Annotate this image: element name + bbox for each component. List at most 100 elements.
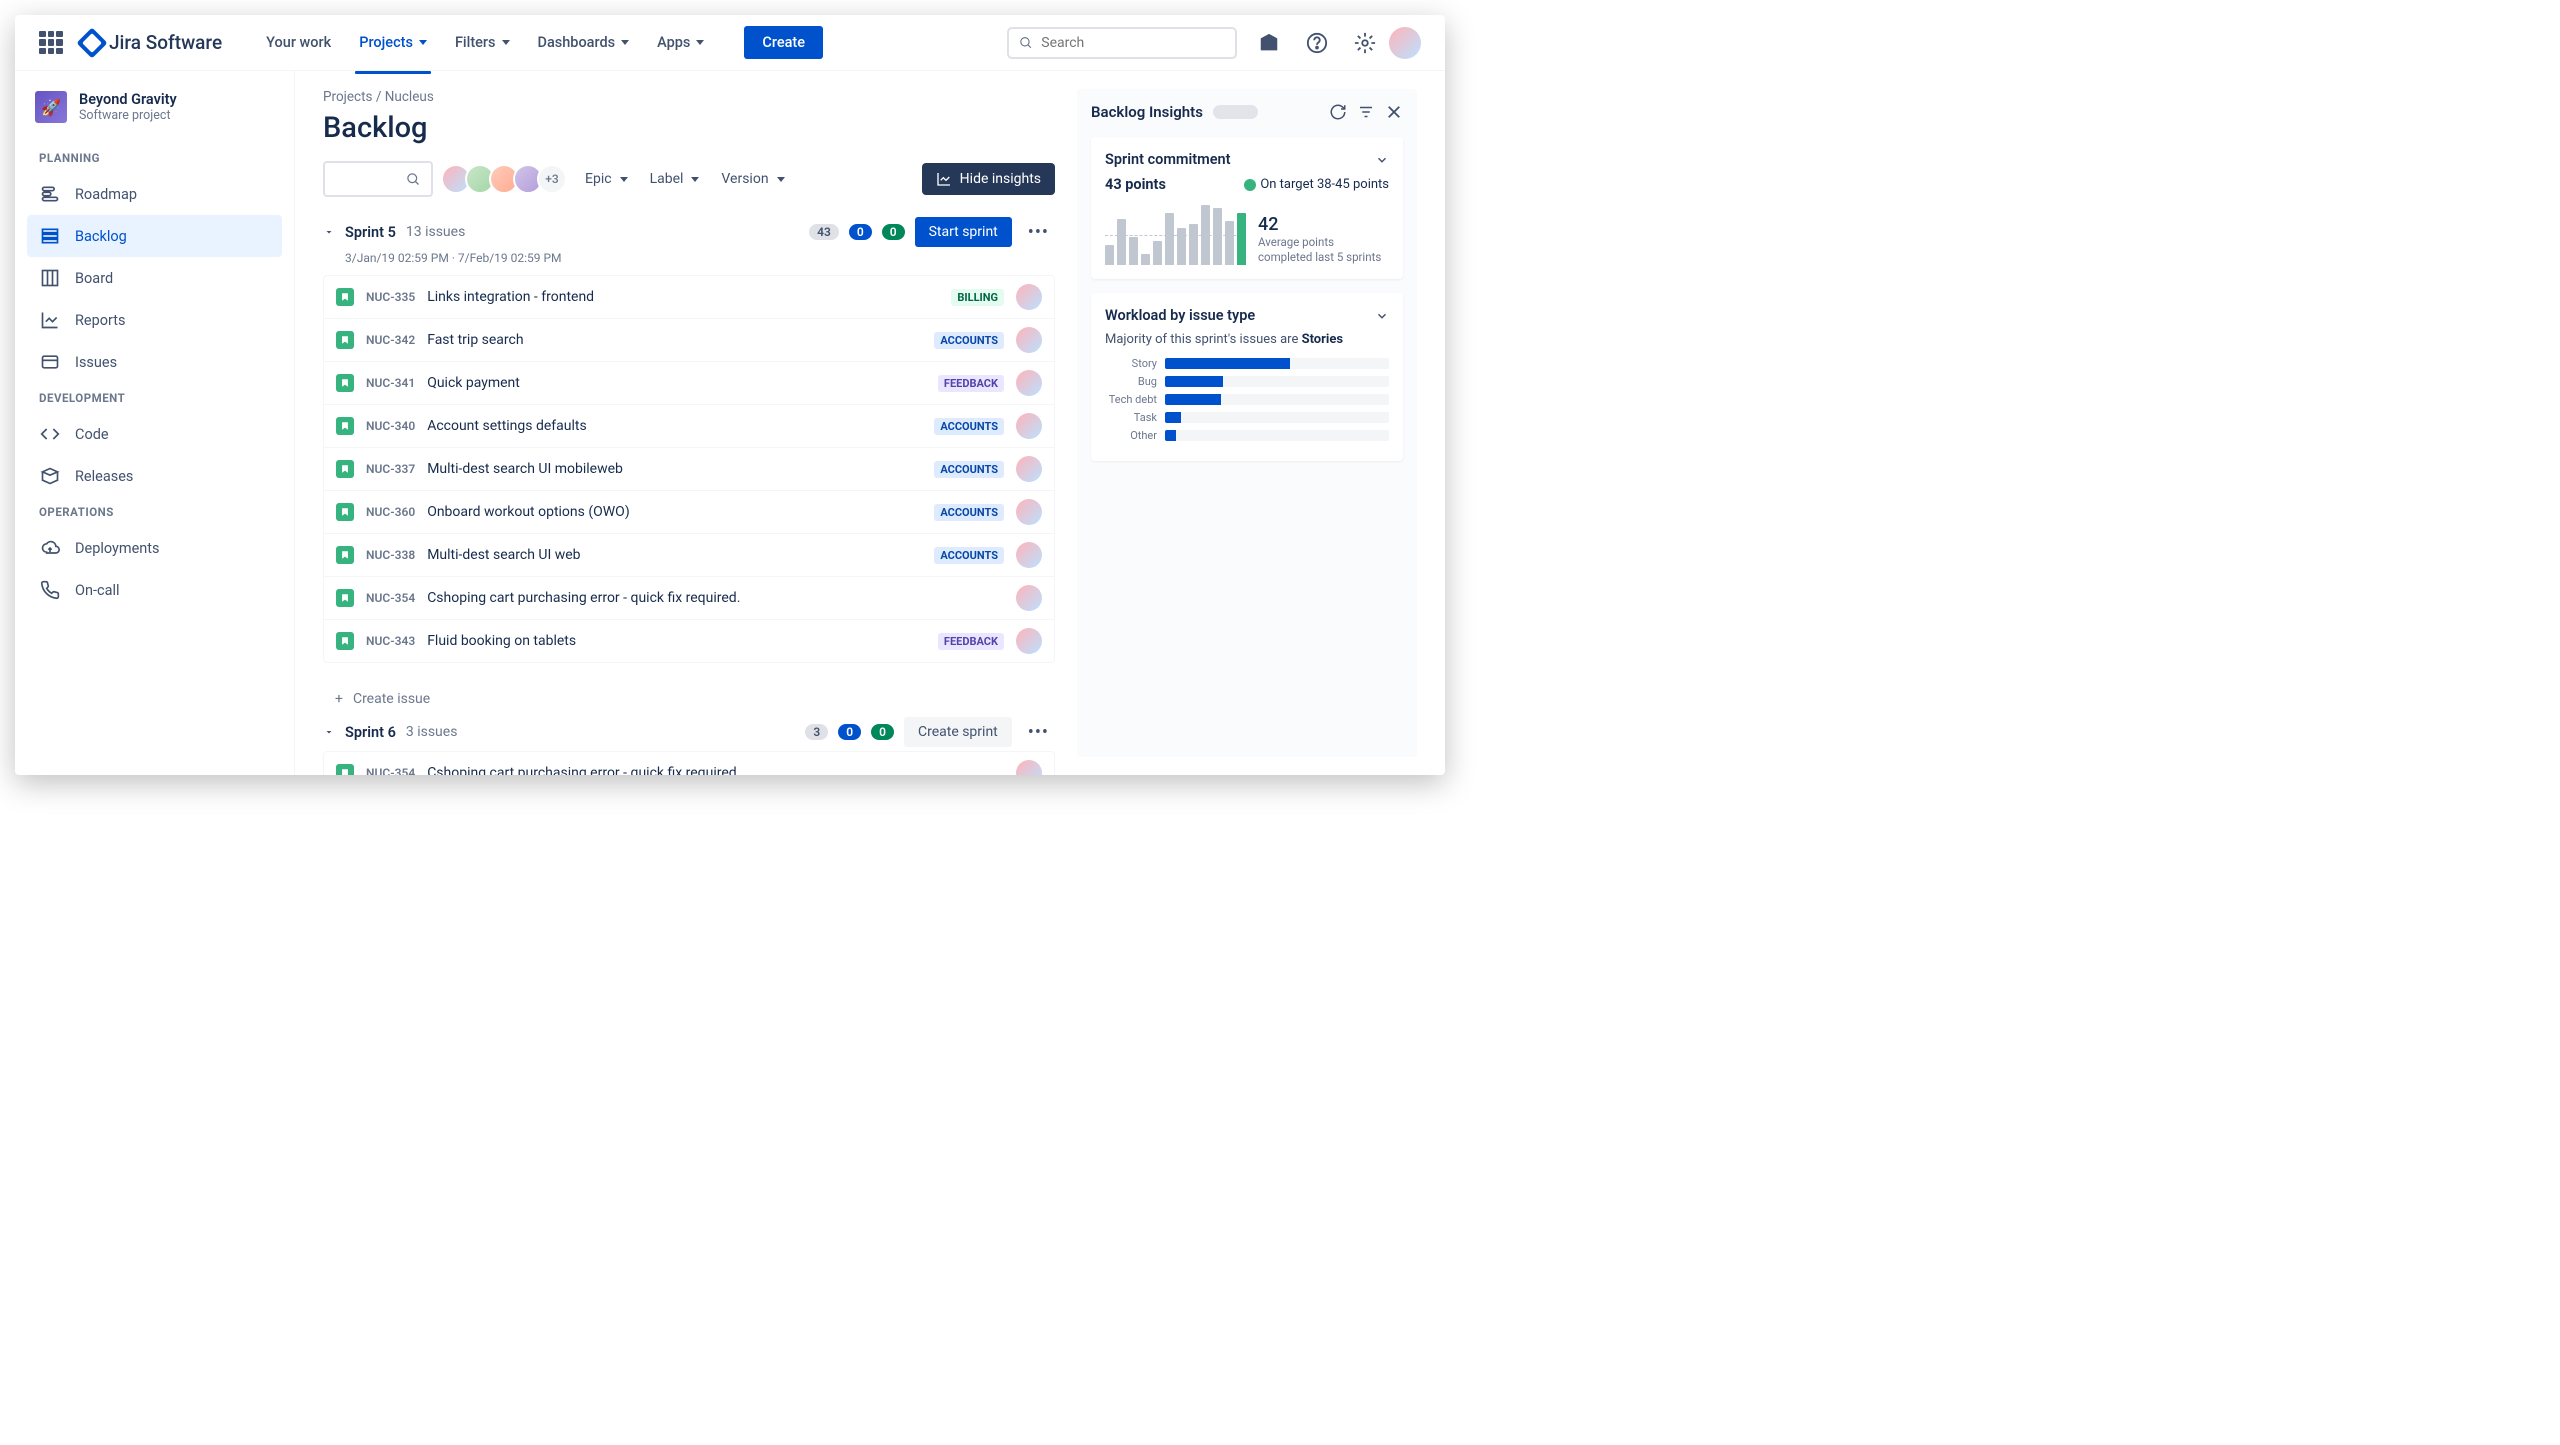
board-icon [39, 267, 61, 289]
settings-icon[interactable] [1349, 27, 1381, 59]
sidebar-item-reports[interactable]: Reports [27, 299, 282, 341]
avatar-more[interactable]: +3 [537, 164, 567, 194]
sidebar-item-backlog[interactable]: Backlog [27, 215, 282, 257]
assignee-avatar[interactable] [1016, 760, 1042, 775]
project-type: Software project [79, 108, 177, 123]
issue-tag: ACCOUNTS [934, 547, 1004, 564]
sidebar-item-deployments[interactable]: Deployments [27, 527, 282, 569]
hide-insights-button[interactable]: Hide insights [922, 163, 1055, 195]
issue-row[interactable]: NUC-341 Quick payment FEEDBACK [324, 362, 1054, 405]
refresh-icon[interactable] [1329, 103, 1347, 121]
issue-row[interactable]: NUC-343 Fluid booking on tablets FEEDBAC… [324, 620, 1054, 662]
breadcrumb-root[interactable]: Projects [323, 89, 373, 105]
workload-bar [1165, 412, 1389, 423]
issue-row[interactable]: NUC-340 Account settings defaults ACCOUN… [324, 405, 1054, 448]
start-sprint-button[interactable]: Start sprint [915, 217, 1012, 247]
sidebar-item-board[interactable]: Board [27, 257, 282, 299]
chart-bar [1189, 224, 1198, 265]
help-icon[interactable] [1301, 27, 1333, 59]
main-content: Projects / Nucleus Backlog +3 [295, 71, 1445, 775]
nav-apps[interactable]: Apps [645, 26, 716, 59]
chart-bar [1237, 213, 1246, 265]
sprint-toggle-icon[interactable] [323, 226, 335, 238]
sidebar-item-label: Board [75, 270, 113, 287]
workload-label: Bug [1105, 375, 1157, 388]
issue-row[interactable]: NUC-338 Multi-dest search UI web ACCOUNT… [324, 534, 1054, 577]
issue-row[interactable]: NUC-354 Cshoping cart purchasing error -… [324, 752, 1054, 775]
project-name: Beyond Gravity [79, 91, 177, 108]
nav-projects[interactable]: Projects [347, 26, 439, 59]
more-icon[interactable]: ••• [1022, 222, 1055, 243]
chart-bar [1153, 241, 1162, 265]
sprint-commitment-card: Sprint commitment 43 points On target 38… [1091, 137, 1403, 279]
create-button[interactable]: Create [744, 26, 823, 59]
loading-skeleton [1213, 105, 1258, 119]
assignee-avatar[interactable] [1016, 370, 1042, 396]
issue-title: Quick payment [427, 375, 926, 391]
sidebar-item-releases[interactable]: Releases [27, 455, 282, 497]
chevron-down-icon[interactable] [1375, 153, 1389, 167]
assignee-avatar[interactable] [1016, 499, 1042, 525]
workload-row: Tech debt [1105, 393, 1389, 406]
search-input[interactable] [1041, 35, 1225, 51]
assignee-avatar[interactable] [1016, 327, 1042, 353]
more-icon[interactable]: ••• [1022, 722, 1055, 743]
sprint-dates: 3/Jan/19 02:59 PM · 7/Feb/19 02:59 PM [345, 251, 1055, 265]
nav-dashboards[interactable]: Dashboards [526, 26, 642, 59]
status-pill: 0 [871, 724, 894, 740]
close-icon[interactable] [1385, 103, 1403, 121]
sidebar-item-label: Releases [75, 468, 133, 485]
label-filter[interactable]: Label [646, 165, 704, 193]
version-filter[interactable]: Version [717, 165, 788, 193]
chart-icon [936, 171, 952, 187]
notifications-icon[interactable] [1253, 27, 1285, 59]
project-icon: 🚀 [35, 91, 67, 123]
issue-tag: ACCOUNTS [934, 504, 1004, 521]
global-search[interactable] [1007, 27, 1237, 59]
quick-filter-search[interactable] [323, 161, 433, 197]
assignee-avatar[interactable] [1016, 413, 1042, 439]
chevron-down-icon[interactable] [1375, 309, 1389, 323]
sidebar-section-label: OPERATIONS [27, 497, 282, 527]
issue-tag: ACCOUNTS [934, 418, 1004, 435]
sidebar-item-code[interactable]: Code [27, 413, 282, 455]
backlog-icon [39, 225, 61, 247]
app-switcher-icon[interactable] [39, 31, 63, 55]
avg-desc: Average points completed last 5 sprints [1258, 235, 1389, 265]
status-pill: 3 [805, 724, 828, 740]
product-logo[interactable]: Jira Software [81, 31, 222, 54]
issue-title: Fast trip search [427, 332, 922, 348]
issue-row[interactable]: NUC-354 Cshoping cart purchasing error -… [324, 577, 1054, 620]
sidebar-item-roadmap[interactable]: Roadmap [27, 173, 282, 215]
profile-avatar[interactable] [1389, 27, 1421, 59]
sprint-issue-count: 3 issues [406, 724, 458, 740]
sidebar-item-on-call[interactable]: On-call [27, 569, 282, 611]
sidebar-section-label: DEVELOPMENT [27, 383, 282, 413]
issue-row[interactable]: NUC-360 Onboard workout options (OWO) AC… [324, 491, 1054, 534]
nav-your-work[interactable]: Your work [254, 26, 343, 59]
sprint-toggle-icon[interactable] [323, 726, 335, 738]
chart-bar [1201, 205, 1210, 265]
assignee-avatar[interactable] [1016, 456, 1042, 482]
roadmap-icon [39, 183, 61, 205]
assignee-avatar[interactable] [1016, 628, 1042, 654]
filter-icon[interactable] [1357, 103, 1375, 121]
assignee-avatar[interactable] [1016, 542, 1042, 568]
epic-filter[interactable]: Epic [581, 165, 632, 193]
plus-icon: + [335, 691, 343, 707]
issue-row[interactable]: NUC-342 Fast trip search ACCOUNTS [324, 319, 1054, 362]
story-icon [336, 288, 354, 306]
nav-filters[interactable]: Filters [443, 26, 522, 59]
breadcrumb-project[interactable]: Nucleus [385, 89, 434, 105]
issue-row[interactable]: NUC-337 Multi-dest search UI mobileweb A… [324, 448, 1054, 491]
create-sprint-button[interactable]: Create sprint [904, 717, 1012, 747]
assignee-avatar[interactable] [1016, 284, 1042, 310]
issue-row[interactable]: NUC-335 Links integration - frontend BIL… [324, 276, 1054, 319]
assignee-avatar[interactable] [1016, 585, 1042, 611]
project-header[interactable]: 🚀 Beyond Gravity Software project [27, 91, 282, 143]
sidebar-item-issues[interactable]: Issues [27, 341, 282, 383]
issue-tag: FEEDBACK [938, 375, 1004, 392]
create-issue-button[interactable]: +Create issue [323, 681, 1055, 717]
story-icon [336, 546, 354, 564]
workload-row: Other [1105, 429, 1389, 442]
